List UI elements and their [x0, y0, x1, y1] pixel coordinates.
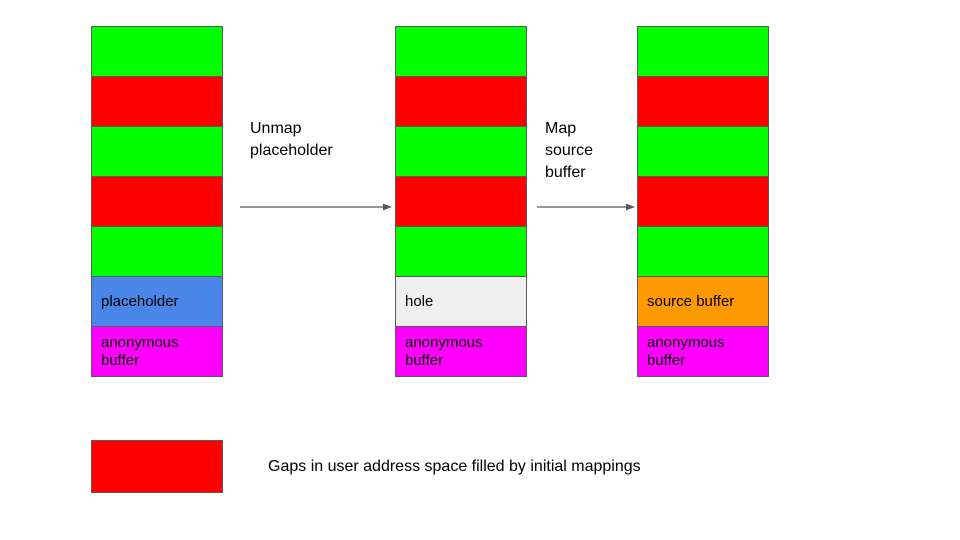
- memory-band-gap: [91, 176, 223, 227]
- transition-arrow-unmap-icon: [240, 201, 392, 213]
- transition-label-unmap: Unmap placeholder: [250, 120, 333, 159]
- memory-band-mapped-region: [637, 126, 769, 177]
- transition-arrow-map-icon: [537, 201, 635, 213]
- memory-band-mapped-region: [637, 26, 769, 77]
- memory-band-anonymous-buffer: anonymous buffer: [395, 326, 527, 377]
- memory-band-gap: [395, 176, 527, 227]
- memory-band-hole: hole: [395, 276, 527, 327]
- legend-caption: Gaps in user address space filled by ini…: [268, 458, 641, 475]
- memory-band-mapped-region: [395, 26, 527, 77]
- memory-column-unmapped: hole anonymous buffer: [395, 26, 527, 377]
- memory-band-mapped-region: [637, 226, 769, 277]
- memory-band-mapped-region: [91, 26, 223, 77]
- memory-band-mapped-region: [395, 226, 527, 277]
- memory-column-mapped: source buffer anonymous buffer: [637, 26, 769, 377]
- memory-band-source-buffer: source buffer: [637, 276, 769, 327]
- memory-band-gap: [637, 176, 769, 227]
- diagram-canvas: placeholder anonymous buffer Unmap place…: [0, 0, 960, 540]
- legend: Gaps in user address space filled by ini…: [91, 440, 791, 494]
- memory-band-gap: [395, 76, 527, 127]
- memory-band-gap: [91, 76, 223, 127]
- legend-swatch-gap: [91, 440, 223, 493]
- memory-band-gap: [637, 76, 769, 127]
- transition-label-map: Map source buffer: [545, 120, 594, 181]
- memory-band-anonymous-buffer: anonymous buffer: [91, 326, 223, 377]
- memory-band-mapped-region: [91, 226, 223, 277]
- memory-band-anonymous-buffer: anonymous buffer: [637, 326, 769, 377]
- memory-band-placeholder: placeholder: [91, 276, 223, 327]
- memory-column-initial: placeholder anonymous buffer: [91, 26, 223, 377]
- memory-band-mapped-region: [91, 126, 223, 177]
- memory-band-mapped-region: [395, 126, 527, 177]
